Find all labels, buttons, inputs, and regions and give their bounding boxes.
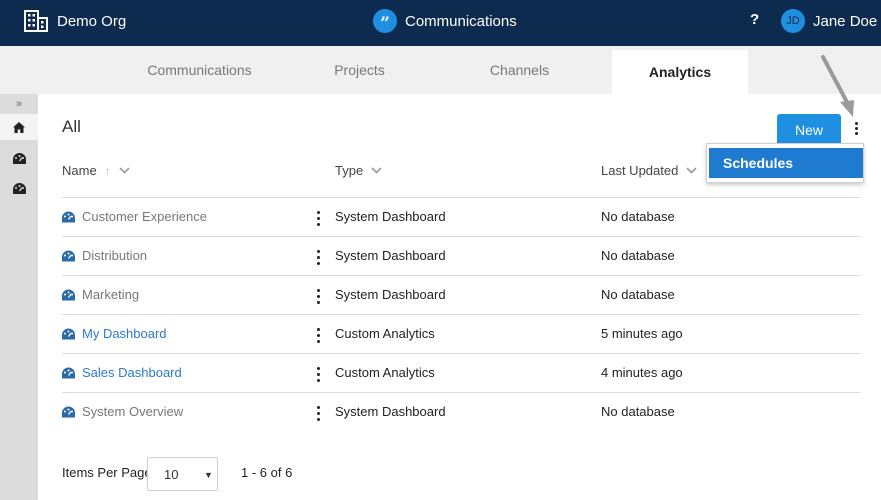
row-last-updated: No database [601,404,675,419]
user-menu[interactable]: JD Jane Doe [781,9,877,33]
row-name-link[interactable]: System Overview [82,404,183,419]
expand-sidebar-icon[interactable]: » [0,94,38,114]
table-row[interactable]: Customer Experience System Dashboard No da… [62,197,861,236]
row-name-link[interactable]: Distribution [82,248,147,263]
app-switcher[interactable]: ” Communications [373,9,517,33]
chevron-down-icon [686,167,697,174]
row-type: Custom Analytics [335,365,435,380]
org-name: Demo Org [57,12,127,30]
side-rail: » [0,94,38,500]
row-type: System Dashboard [335,404,446,419]
row-more-options-icon[interactable] [315,210,323,228]
tab-projects[interactable]: Projects [272,46,447,94]
column-header-name[interactable]: Name ↑ [62,163,130,178]
row-last-updated: 4 minutes ago [601,365,683,380]
avatar: JD [781,9,805,33]
dashboard-icon [62,367,75,379]
items-per-page-value: 10 [164,466,179,482]
items-per-page-label: Items Per Page [62,465,152,480]
home-icon [13,121,25,133]
table-row[interactable]: My Dashboard Custom Analytics 5 minutes ag… [62,314,861,353]
column-header-type[interactable]: Type [335,163,382,178]
dashboard-icon [62,250,75,262]
row-more-options-icon[interactable] [315,366,323,384]
dashboard-icon [62,328,75,340]
quote-icon: ” [373,9,397,33]
rail-item-dashboard[interactable] [0,176,38,202]
page-title: All [62,117,81,136]
dashboard-icon [62,211,75,223]
row-name-link[interactable]: My Dashboard [82,326,167,341]
column-header-last-updated[interactable]: Last Updated [601,163,697,178]
row-type: System Dashboard [335,209,446,224]
table-row[interactable]: Marketing System Dashboard No database [62,275,861,314]
row-more-options-icon[interactable] [315,249,323,267]
dashboard-icon [62,406,75,418]
dashboard-icon [12,153,26,164]
menu-item-schedules[interactable]: Schedules [709,148,863,178]
row-last-updated: 5 minutes ago [601,326,683,341]
user-name: Jane Doe [813,12,878,30]
row-name-link[interactable]: Marketing [82,287,139,302]
caret-down-icon: ▼ [204,470,213,480]
row-more-options-icon[interactable] [315,405,323,423]
rail-item-dashboard[interactable] [0,146,38,172]
column-updated-label: Last Updated [601,163,679,178]
table-row[interactable]: System Overview System Dashboard No databa… [62,392,861,431]
tab-analytics[interactable]: Analytics [612,50,748,94]
org-switcher[interactable]: Demo Org [24,8,126,34]
tab-channels[interactable]: Channels [432,46,607,94]
dashboard-icon [12,183,26,194]
pagination-range: 1 - 6 of 6 [241,465,293,480]
column-type-label: Type [335,163,364,178]
building-icon [24,10,48,32]
table-row[interactable]: Distribution System Dashboard No database [62,236,861,275]
dashboard-icon [62,289,75,301]
items-per-page-select[interactable]: 10 ▼ [147,457,218,491]
row-type: System Dashboard [335,248,446,263]
row-more-options-icon[interactable] [315,327,323,345]
help-icon[interactable]: ? [750,11,759,28]
more-options-icon[interactable] [852,120,862,138]
sort-up-icon: ↑ [104,163,111,178]
tab-communications[interactable]: Communications [112,46,287,94]
row-name-link[interactable]: Sales Dashboard [82,365,182,380]
row-last-updated: No database [601,248,675,263]
row-type: Custom Analytics [335,326,435,341]
options-dropdown: Schedules [706,143,864,183]
tab-bar: Communications Projects Channels Analyti… [0,46,881,94]
rail-item-home[interactable] [0,114,38,140]
row-last-updated: No database [601,287,675,302]
table-row[interactable]: Sales Dashboard Custom Analytics 4 minutes… [62,353,861,392]
pointer-arrow-icon [821,55,854,117]
app-name: Communications [405,12,517,30]
chevron-down-icon [371,167,382,174]
top-bar: Demo Org ” Communications ? JD Jane Doe [0,0,881,46]
row-more-options-icon[interactable] [315,288,323,306]
chevron-down-icon [119,167,130,174]
row-last-updated: No database [601,209,675,224]
row-type: System Dashboard [335,287,446,302]
row-name-link[interactable]: Customer Experience [82,209,207,224]
column-name-label: Name [62,163,97,178]
